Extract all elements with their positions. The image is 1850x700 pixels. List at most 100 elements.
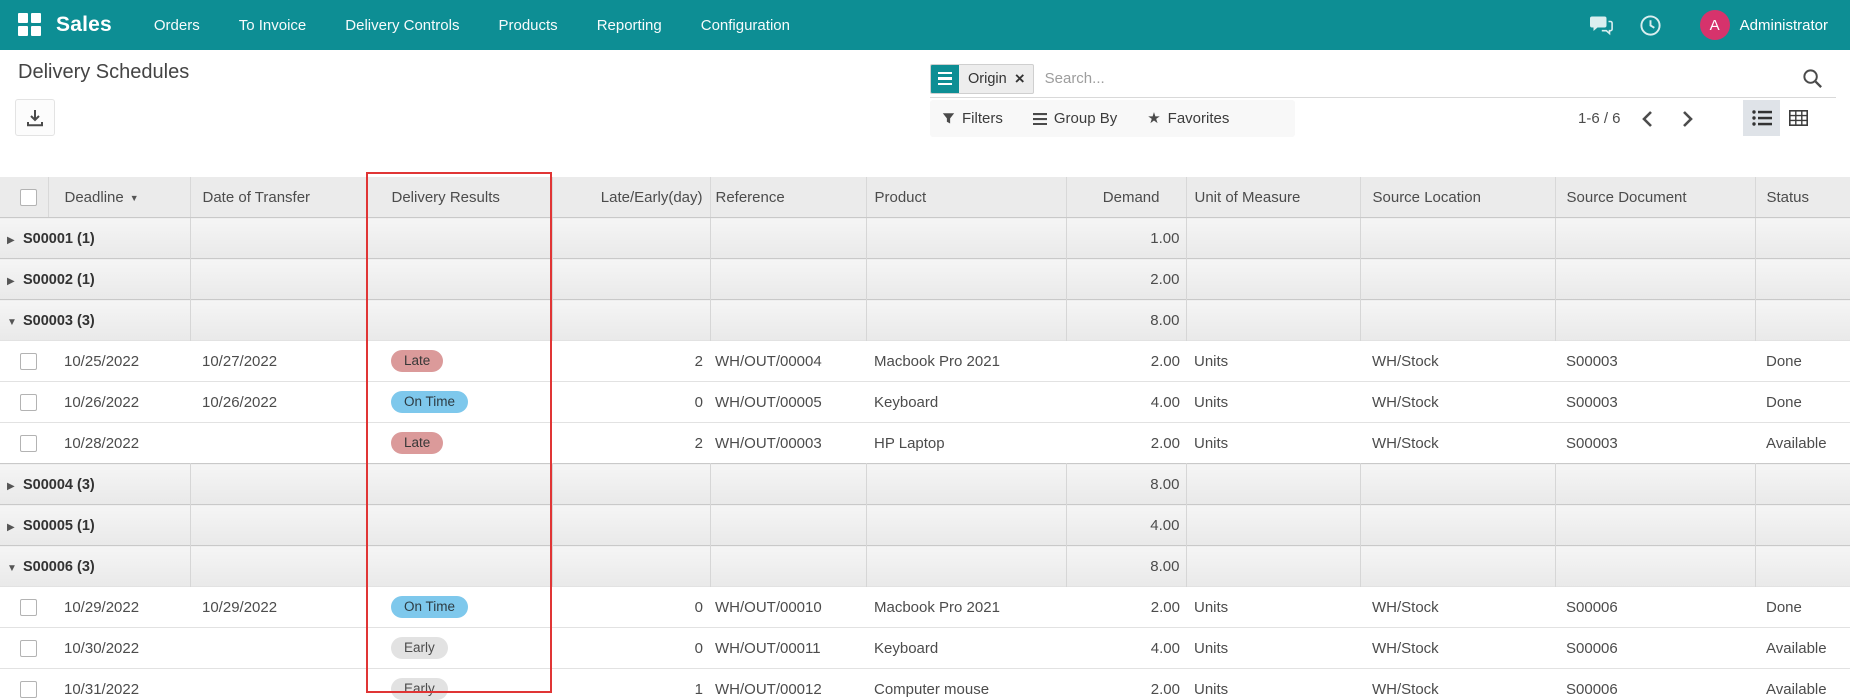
header-delivery-results[interactable]: Delivery Results	[365, 177, 552, 218]
header-source-location[interactable]: Source Location	[1359, 177, 1555, 218]
group-empty-cell	[1360, 299, 1556, 341]
cell-product: Macbook Pro 2021	[866, 340, 1066, 382]
header-product[interactable]: Product	[865, 177, 1066, 218]
group-empty-cell	[552, 258, 711, 300]
group-row[interactable]: ▼ S00006 (3) 8.00	[0, 545, 1850, 587]
row-checkbox[interactable]	[20, 434, 37, 452]
cell-uom: Units	[1186, 340, 1360, 382]
cell-status: Done	[1755, 586, 1850, 628]
group-row[interactable]: ▶ S00001 (1) 1.00	[0, 217, 1850, 259]
messages-icon[interactable]	[1588, 12, 1614, 38]
header-status[interactable]: Status	[1754, 177, 1850, 218]
cell-date-of-transfer	[190, 627, 366, 669]
cell-reference: WH/OUT/00005	[710, 381, 866, 423]
group-label: S00006 (3)	[23, 558, 95, 575]
cell-product: Keyboard	[866, 627, 1066, 669]
group-empty-cell	[366, 504, 553, 546]
cell-delivery-result: Early	[366, 668, 552, 700]
delivery-table: Deadline ▼ Date of Transfer Delivery Resu…	[0, 172, 1850, 700]
group-row[interactable]: ▼ S00003 (3) 8.00	[0, 299, 1850, 341]
user-name[interactable]: Administrator	[1740, 17, 1828, 34]
header-date-of-transfer[interactable]: Date of Transfer	[189, 177, 366, 218]
header-late-early[interactable]: Late/Early(day)	[551, 177, 710, 218]
caret-down-icon: ▼	[7, 316, 17, 328]
delivery-result-badge: Early	[391, 678, 448, 700]
user-avatar[interactable]: A	[1699, 10, 1730, 40]
group-empty-cell	[710, 217, 867, 259]
group-demand-total: 8.00	[1066, 545, 1187, 587]
group-row[interactable]: ▶ S00005 (1) 4.00	[0, 504, 1850, 546]
record-row[interactable]: 10/26/2022 10/26/2022 On Time 0 WH/OUT/00005…	[0, 381, 1850, 423]
header-demand[interactable]: Demand	[1065, 177, 1186, 218]
app-brand[interactable]: Sales	[56, 13, 112, 37]
group-label: S00002 (1)	[23, 271, 95, 288]
group-empty-cell	[190, 217, 367, 259]
cell-delivery-result: Late	[366, 340, 552, 382]
export-button[interactable]	[15, 99, 55, 136]
record-row[interactable]: 10/31/2022 Early 1 WH/OUT/00012 Computer mou…	[0, 668, 1850, 700]
apps-grid-icon[interactable]	[18, 13, 42, 37]
group-empty-cell	[1360, 545, 1556, 587]
record-row[interactable]: 10/29/2022 10/29/2022 On Time 0 WH/OUT/00010…	[0, 586, 1850, 628]
main-menu: Orders To Invoice Delivery Controls Product…	[154, 17, 790, 34]
cell-demand: 2.00	[1066, 586, 1186, 628]
activities-clock-icon[interactable]	[1638, 12, 1664, 38]
group-empty-cell	[1186, 504, 1361, 546]
record-row[interactable]: 10/30/2022 Early 0 WH/OUT/00011 Keyboard 4.00…	[0, 627, 1850, 669]
delivery-result-badge: On Time	[391, 596, 469, 618]
group-empty-cell	[190, 504, 367, 546]
menu-to-invoice[interactable]: To Invoice	[239, 17, 307, 34]
group-empty-cell	[190, 258, 367, 300]
pager-previous-icon[interactable]	[1635, 106, 1661, 132]
group-empty-cell	[866, 299, 1067, 341]
group-row[interactable]: ▶ S00002 (1) 2.00	[0, 258, 1850, 300]
header-reference[interactable]: Reference	[709, 177, 866, 218]
group-empty-cell	[552, 545, 711, 587]
pager: 1-6 / 6	[1578, 100, 1701, 137]
filters-button[interactable]: Filters	[942, 110, 1003, 127]
record-row[interactable]: 10/28/2022 Late 2 WH/OUT/00003 HP Laptop 2.00…	[0, 422, 1850, 464]
header-deadline[interactable]: Deadline ▼	[47, 177, 190, 218]
cell-demand: 4.00	[1066, 627, 1186, 669]
group-demand-total: 2.00	[1066, 258, 1187, 300]
menu-configuration[interactable]: Configuration	[701, 17, 790, 34]
header-unit-of-measure[interactable]: Unit of Measure	[1185, 177, 1360, 218]
cell-select	[0, 627, 48, 669]
search-input[interactable]	[1042, 69, 1836, 88]
select-all-checkbox[interactable]	[20, 188, 37, 206]
list-view-button[interactable]	[1743, 100, 1780, 136]
cell-source-location: WH/Stock	[1360, 668, 1555, 700]
menu-reporting[interactable]: Reporting	[597, 17, 662, 34]
header-select-all[interactable]	[0, 177, 48, 218]
cell-source-document: S00003	[1555, 422, 1755, 464]
cell-status: Done	[1755, 340, 1850, 382]
row-checkbox[interactable]	[20, 639, 37, 657]
menu-orders[interactable]: Orders	[154, 17, 200, 34]
pager-next-icon[interactable]	[1675, 106, 1701, 132]
group-empty-cell	[1186, 463, 1361, 505]
row-checkbox[interactable]	[20, 393, 37, 411]
search-bar: Origin ×	[930, 60, 1836, 98]
cell-source-document: S00003	[1555, 381, 1755, 423]
pager-value[interactable]: 1-6 / 6	[1578, 110, 1621, 127]
star-icon: ★	[1147, 110, 1161, 127]
cell-status: Done	[1755, 381, 1850, 423]
group-by-button[interactable]: Group By	[1032, 110, 1117, 127]
menu-delivery-controls[interactable]: Delivery Controls	[345, 17, 459, 34]
cell-demand: 4.00	[1066, 381, 1186, 423]
row-checkbox[interactable]	[20, 352, 37, 370]
favorites-button[interactable]: ★ Favorites	[1147, 110, 1229, 127]
search-icon[interactable]	[1801, 67, 1824, 95]
group-empty-cell	[366, 299, 553, 341]
row-checkbox[interactable]	[20, 598, 37, 616]
group-row[interactable]: ▶ S00004 (3) 8.00	[0, 463, 1850, 505]
header-source-document[interactable]: Source Document	[1554, 177, 1755, 218]
pivot-view-button[interactable]	[1780, 100, 1817, 136]
view-switcher	[1743, 100, 1817, 136]
row-checkbox[interactable]	[20, 680, 37, 698]
table-body: ▶ S00001 (1) 1.00 ▶ S00002 (1) 2.00 ▼ S00003 (3…	[0, 217, 1850, 700]
record-row[interactable]: 10/25/2022 10/27/2022 Late 2 WH/OUT/00004 Mac…	[0, 340, 1850, 382]
menu-products[interactable]: Products	[498, 17, 557, 34]
group-empty-cell	[1555, 504, 1756, 546]
facet-remove-icon[interactable]: ×	[1014, 65, 1033, 93]
